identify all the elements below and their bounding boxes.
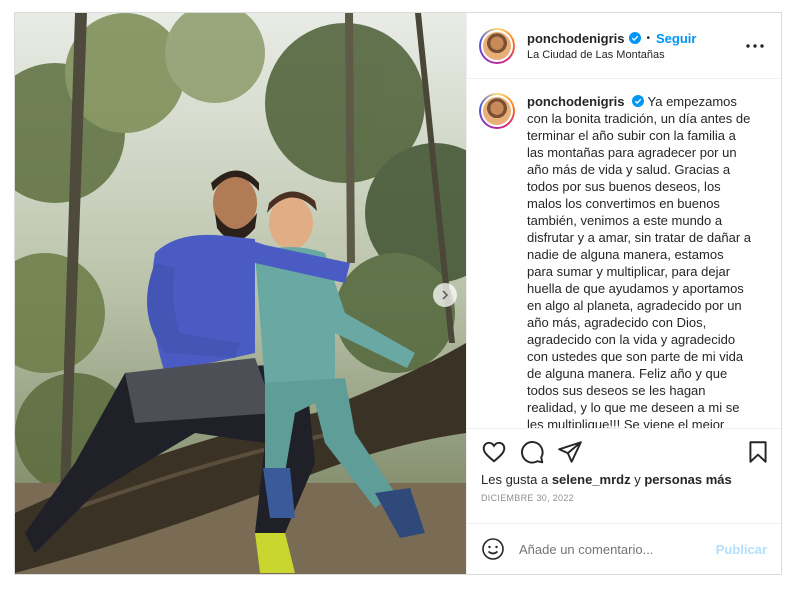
instagram-post-modal: ponchodenigris • Seguir La Ciudad de Las… bbox=[14, 12, 782, 575]
paper-plane-icon[interactable] bbox=[557, 439, 583, 465]
more-options-icon[interactable] bbox=[743, 34, 767, 58]
comment-icon[interactable] bbox=[519, 439, 545, 465]
post-sidebar: ponchodenigris • Seguir La Ciudad de Las… bbox=[466, 13, 781, 574]
action-bar bbox=[467, 429, 781, 469]
caption-text: Ya empezamos con la bonita tradición, un… bbox=[527, 94, 751, 429]
post-photo[interactable] bbox=[15, 13, 466, 574]
likes-prefix: Les gusta a bbox=[481, 472, 552, 487]
comment-bar: Publicar bbox=[467, 523, 781, 574]
caption-section: ponchodenigris Ya empezamos con la bonit… bbox=[467, 79, 781, 429]
post-date: DICIEMBRE 30, 2022 bbox=[481, 493, 574, 503]
verified-badge-icon bbox=[632, 95, 645, 107]
comment-input[interactable] bbox=[519, 541, 716, 557]
likes-summary: Les gusta a selene_mrdz y personas más bbox=[467, 472, 781, 487]
location-link[interactable]: La Ciudad de Las Montañas bbox=[527, 49, 743, 61]
next-photo-button[interactable] bbox=[433, 283, 457, 307]
avatar[interactable] bbox=[479, 27, 515, 64]
smiley-icon[interactable] bbox=[481, 537, 505, 561]
likes-middle: y bbox=[630, 472, 645, 487]
username-link[interactable]: ponchodenigris bbox=[527, 31, 625, 46]
header-info: ponchodenigris • Seguir La Ciudad de Las… bbox=[527, 31, 743, 61]
publish-button[interactable]: Publicar bbox=[716, 542, 767, 557]
follow-button[interactable]: Seguir bbox=[656, 31, 696, 46]
verified-badge-icon bbox=[628, 32, 641, 44]
bookmark-icon[interactable] bbox=[745, 439, 771, 465]
caption-username[interactable]: ponchodenigris bbox=[527, 94, 625, 109]
chevron-right-icon bbox=[442, 290, 449, 300]
separator-dot: • bbox=[646, 32, 651, 44]
heart-icon[interactable] bbox=[481, 439, 507, 465]
caption-text-block: ponchodenigris Ya empezamos con la bonit… bbox=[527, 93, 751, 428]
liker-username-link[interactable]: selene_mrdz bbox=[552, 472, 631, 487]
post-header: ponchodenigris • Seguir La Ciudad de Las… bbox=[467, 13, 781, 79]
caption-avatar[interactable] bbox=[479, 93, 515, 129]
photo-scene bbox=[15, 13, 466, 574]
likes-others-link[interactable]: personas más bbox=[644, 472, 731, 487]
